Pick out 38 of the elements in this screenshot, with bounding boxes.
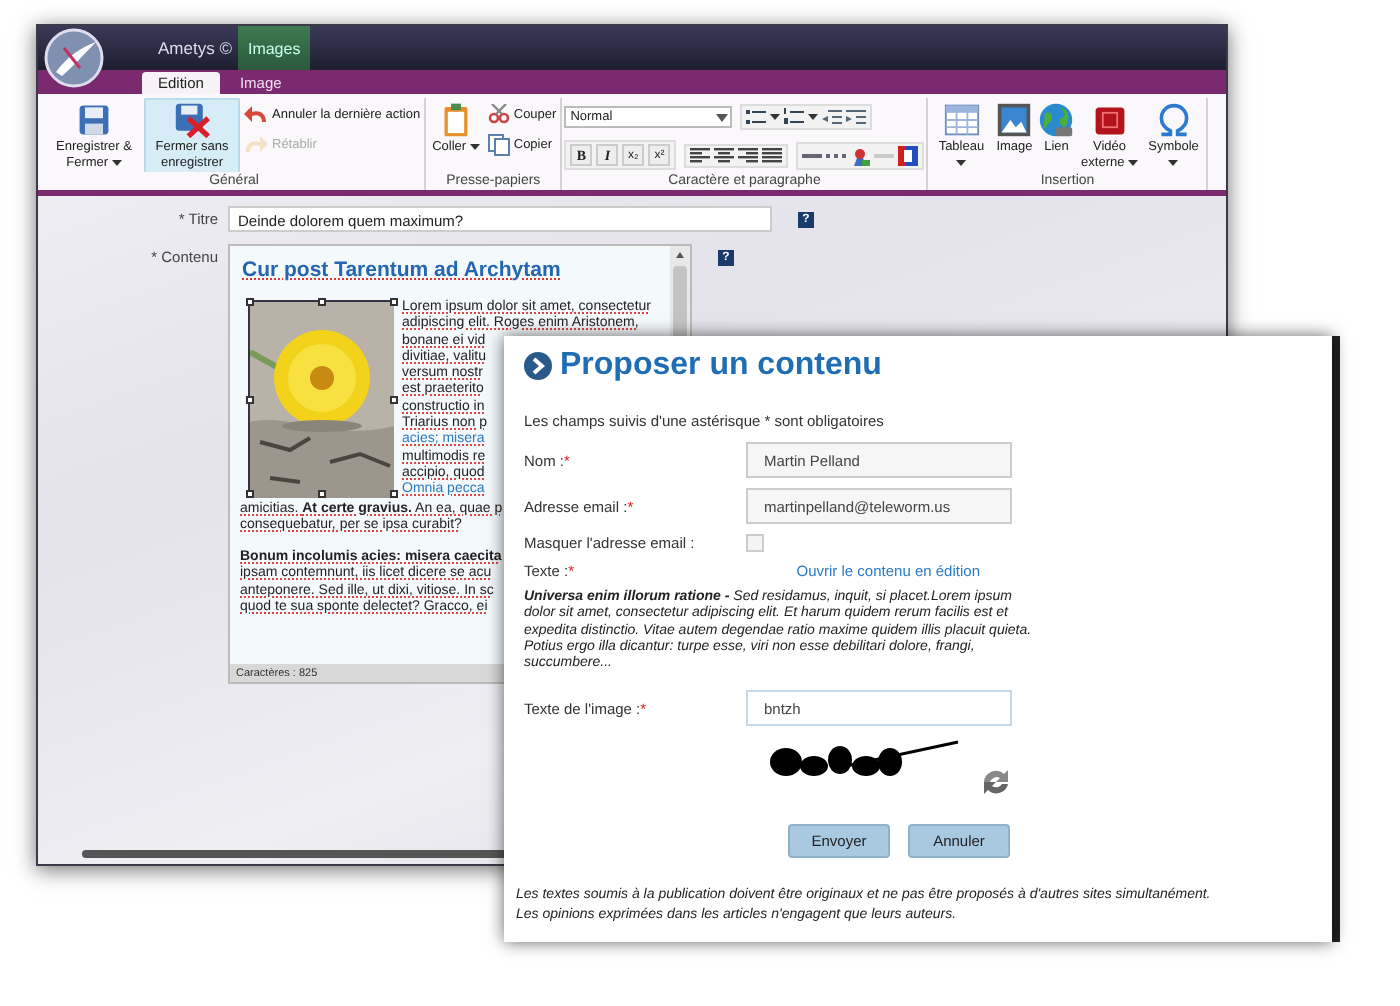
- resize-handle[interactable]: [318, 490, 326, 498]
- resize-handle[interactable]: [390, 490, 398, 498]
- resize-handle[interactable]: [245, 490, 253, 498]
- image-icon: [996, 102, 1033, 138]
- align-center-icon[interactable]: [714, 147, 735, 163]
- checkbox[interactable]: [746, 534, 764, 552]
- dropdown-arrow-icon: [716, 113, 729, 121]
- paint-icon[interactable]: [850, 145, 871, 165]
- app-logo-icon: [44, 28, 104, 88]
- resize-handle[interactable]: [245, 396, 253, 404]
- redo-arrow-icon: [244, 134, 268, 154]
- undo-arrow-icon: [244, 104, 268, 124]
- resize-handle[interactable]: [390, 396, 398, 404]
- table-icon: [943, 102, 980, 138]
- refresh-icon[interactable]: [980, 768, 1012, 797]
- content-heading: Cur post Tarentum ad Archytam: [242, 258, 561, 282]
- align-justify-icon[interactable]: [762, 147, 783, 163]
- bullet-list-icon[interactable]: [746, 108, 767, 126]
- scissors-icon: [487, 104, 510, 124]
- resize-handle[interactable]: [245, 297, 253, 305]
- resize-handle[interactable]: [318, 297, 326, 305]
- align-right-icon[interactable]: [738, 147, 759, 163]
- caret-icon: [770, 114, 781, 120]
- align-left-icon[interactable]: [690, 147, 711, 163]
- globe-icon: [1038, 102, 1075, 138]
- arrow-circle-icon: [524, 352, 552, 380]
- app-title: Ametys ©: [158, 38, 232, 58]
- indent-icon[interactable]: [846, 109, 867, 125]
- omega-icon: [1155, 102, 1192, 138]
- dialog-title: Proposer un contenu: [560, 348, 882, 384]
- numbered-list-icon[interactable]: [784, 108, 805, 126]
- floppy-cross-icon: [174, 102, 210, 138]
- resize-handle[interactable]: [390, 297, 398, 305]
- outdent-icon[interactable]: [822, 109, 843, 125]
- copy-icon: [487, 134, 510, 156]
- color-icon[interactable]: [898, 145, 919, 165]
- context-tab[interactable]: Images: [237, 26, 311, 70]
- caret-icon: [808, 114, 819, 120]
